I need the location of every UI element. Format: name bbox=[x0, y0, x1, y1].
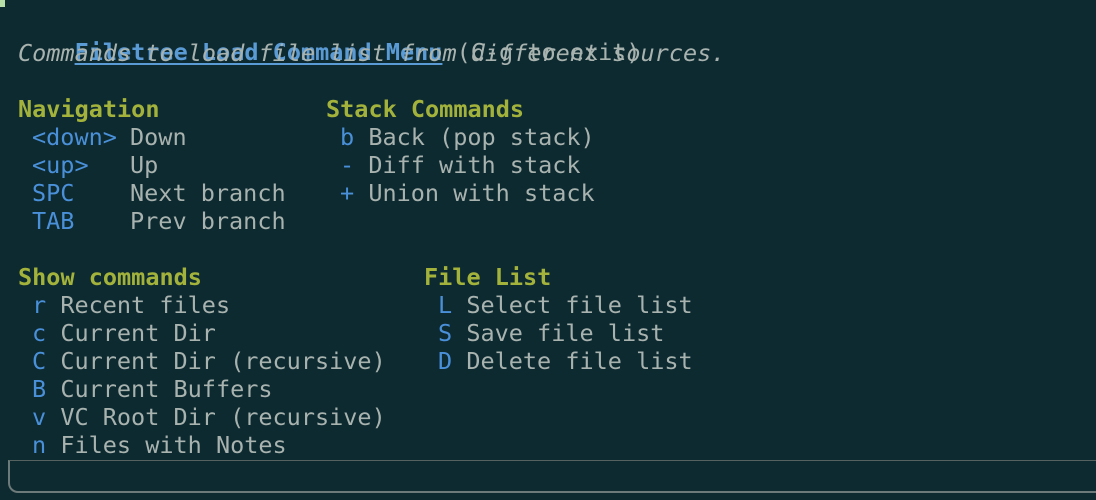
show-label: VC Root Dir (recursive) bbox=[60, 403, 386, 431]
cursor-indicator bbox=[0, 0, 5, 7]
show-label: Current Buffers bbox=[60, 375, 273, 403]
nav-label: Up bbox=[130, 151, 159, 179]
stack-item-diff[interactable]: - Diff with stack bbox=[340, 151, 581, 179]
hydra-menu-window: Filetree Load Command Menu (C-g to exit)… bbox=[0, 0, 1096, 500]
stack-key[interactable]: - bbox=[340, 151, 354, 179]
nav-key[interactable]: <down> bbox=[32, 123, 117, 151]
nav-label: Next branch bbox=[130, 179, 286, 207]
filelist-label: Select file list bbox=[466, 291, 693, 319]
show-commands-heading: Show commands bbox=[18, 263, 202, 291]
nav-label: Down bbox=[130, 123, 187, 151]
show-label: Files with Notes bbox=[60, 431, 287, 459]
stack-item-union[interactable]: + Union with stack bbox=[340, 179, 595, 207]
show-item-current-dir[interactable]: c Current Dir bbox=[32, 319, 216, 347]
window-bottom-border bbox=[8, 460, 1096, 493]
nav-key[interactable]: <up> bbox=[32, 151, 89, 179]
stack-heading: Stack Commands bbox=[326, 95, 525, 123]
filelist-item-delete[interactable]: D Delete file list bbox=[438, 347, 693, 375]
show-key[interactable]: n bbox=[32, 431, 46, 459]
nav-item-down[interactable]: <down> bbox=[32, 123, 117, 151]
stack-key[interactable]: + bbox=[340, 179, 354, 207]
file-list-heading: File List bbox=[424, 263, 552, 291]
filelist-key[interactable]: L bbox=[438, 291, 452, 319]
show-key[interactable]: c bbox=[32, 319, 46, 347]
show-label: Current Dir (recursive) bbox=[60, 347, 386, 375]
show-key[interactable]: C bbox=[32, 347, 46, 375]
filelist-label: Save file list bbox=[466, 319, 665, 347]
filelist-label: Delete file list bbox=[466, 347, 693, 375]
show-key[interactable]: r bbox=[32, 291, 46, 319]
show-label: Current Dir bbox=[60, 319, 216, 347]
stack-item-back[interactable]: b Back (pop stack) bbox=[340, 123, 595, 151]
navigation-heading: Navigation bbox=[18, 95, 160, 123]
stack-label: Union with stack bbox=[368, 179, 595, 207]
nav-label: Prev branch bbox=[130, 207, 286, 235]
show-item-vc-root-dir[interactable]: v VC Root Dir (recursive) bbox=[32, 403, 386, 431]
nav-item-up[interactable]: <up> bbox=[32, 151, 89, 179]
show-key[interactable]: B bbox=[32, 375, 46, 403]
show-key[interactable]: v bbox=[32, 403, 46, 431]
nav-item-prev-branch[interactable]: TAB bbox=[32, 207, 74, 235]
filelist-item-select[interactable]: L Select file list bbox=[438, 291, 693, 319]
nav-item-next-branch[interactable]: SPC bbox=[32, 179, 74, 207]
stack-label: Back (pop stack) bbox=[368, 123, 595, 151]
stack-label: Diff with stack bbox=[368, 151, 581, 179]
show-item-current-buffers[interactable]: B Current Buffers bbox=[32, 375, 273, 403]
filelist-item-save[interactable]: S Save file list bbox=[438, 319, 664, 347]
menu-subtitle: Commands to load file list from differen… bbox=[18, 39, 726, 67]
filelist-key[interactable]: S bbox=[438, 319, 452, 347]
filelist-key[interactable]: D bbox=[438, 347, 452, 375]
show-item-recent-files[interactable]: r Recent files bbox=[32, 291, 230, 319]
stack-key[interactable]: b bbox=[340, 123, 354, 151]
show-label: Recent files bbox=[60, 291, 231, 319]
show-item-files-with-notes[interactable]: n Files with Notes bbox=[32, 431, 287, 459]
show-item-current-dir-recursive[interactable]: C Current Dir (recursive) bbox=[32, 347, 386, 375]
nav-key[interactable]: TAB bbox=[32, 207, 74, 235]
nav-key[interactable]: SPC bbox=[32, 179, 74, 207]
